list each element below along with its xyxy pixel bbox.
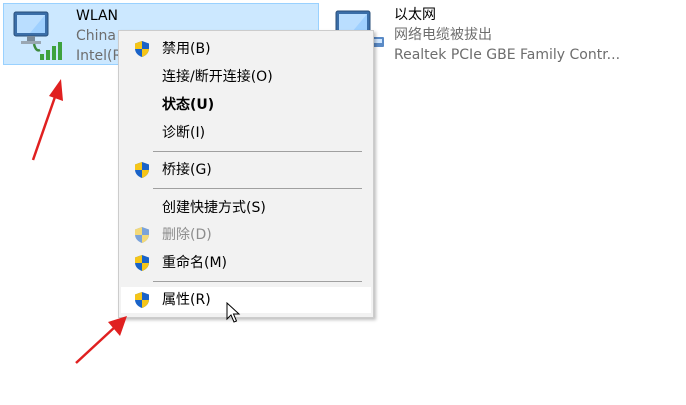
adapter-device: Realtek PCIe GBE Family Contr... (394, 47, 621, 63)
menu-item-label: 诊断(I) (162, 125, 206, 141)
menu-item-status[interactable]: 状态(U) (121, 92, 371, 118)
uac-shield-icon (135, 41, 149, 57)
uac-shield-icon (135, 227, 149, 243)
menu-separator (153, 151, 362, 152)
menu-item-delete[interactable]: 删除(D) (121, 222, 371, 248)
adapter-ethernet[interactable]: 以太网 网络电缆被拔出 Realtek PCIe GBE Family Cont… (326, 3, 646, 65)
annotation-arrow-right (75, 316, 127, 364)
menu-item-diagnose[interactable]: 诊断(I) (121, 120, 371, 146)
menu-separator (153, 281, 362, 282)
mouse-cursor-icon (226, 302, 241, 323)
network-connections-window: WLAN China Intel(R 以太网 网络电缆被拔出 Realtek P… (0, 0, 686, 405)
wifi-adapter-icon (13, 11, 62, 60)
uac-shield-icon (135, 162, 149, 178)
menu-item-create-shortcut[interactable]: 创建快捷方式(S) (121, 195, 371, 221)
adapter-ethernet-details: 以太网 网络电缆被拔出 Realtek PCIe GBE Family Cont… (394, 6, 642, 65)
menu-item-label: 重命名(M) (162, 255, 228, 271)
annotation-arrow-up (31, 79, 63, 161)
menu-item-label: 桥接(G) (162, 162, 212, 178)
menu-item-label: 创建快捷方式(S) (162, 200, 266, 216)
adapter-name: 以太网 (394, 7, 436, 23)
menu-item-disable[interactable]: 禁用(B) (121, 36, 371, 62)
menu-item-label: 连接/断开连接(O) (162, 69, 273, 85)
menu-item-bridge[interactable]: 桥接(G) (121, 157, 371, 183)
menu-item-label: 禁用(B) (162, 41, 211, 57)
adapter-name: WLAN (76, 8, 119, 24)
adapter-status: 网络电缆被拔出 (394, 27, 492, 43)
context-menu: 禁用(B) 连接/断开连接(O) 状态(U) 诊断(I) 桥接(G) 创建快捷方… (118, 30, 374, 318)
menu-item-rename[interactable]: 重命名(M) (121, 250, 371, 276)
menu-separator (153, 188, 362, 189)
menu-item-label: 状态(U) (162, 97, 215, 113)
menu-item-connect-disconnect[interactable]: 连接/断开连接(O) (121, 64, 371, 90)
menu-item-label: 删除(D) (162, 227, 212, 243)
uac-shield-icon (135, 292, 149, 308)
menu-item-label: 属性(R) (162, 292, 211, 308)
menu-item-properties[interactable]: 属性(R) (121, 287, 371, 313)
uac-shield-icon (135, 255, 149, 271)
